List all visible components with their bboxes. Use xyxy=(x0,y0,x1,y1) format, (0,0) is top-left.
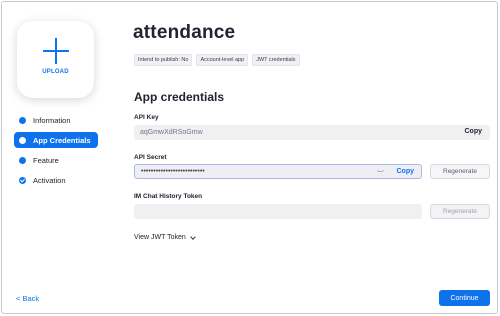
api-key-field: aqGmwXdRSoGmw Copy xyxy=(134,125,490,140)
dot-icon xyxy=(19,136,26,144)
sidebar-item-feature[interactable]: Feature xyxy=(14,152,98,168)
page-title: attendance xyxy=(133,22,236,43)
api-key-label: API Key xyxy=(134,114,159,121)
section-title: App credentials xyxy=(134,90,225,104)
view-jwt-label: View JWT Token xyxy=(134,234,186,241)
sidebar-item-label: App Credentials xyxy=(33,135,91,145)
sidebar-item-label: Information xyxy=(33,115,71,125)
tag-publish: Intend to publish: No xyxy=(134,54,193,66)
im-token-field xyxy=(134,204,422,219)
sidebar-item-app-credentials[interactable]: App Credentials xyxy=(14,132,98,148)
upload-button[interactable]: UPLOAD xyxy=(17,21,94,98)
dot-icon xyxy=(19,116,26,124)
continue-button[interactable]: Continue xyxy=(439,290,490,306)
sidebar-nav: Information App Credentials Feature Acti… xyxy=(14,112,98,192)
view-jwt-token-toggle[interactable]: View JWT Token xyxy=(134,233,196,241)
plus-icon xyxy=(42,38,69,64)
regenerate-im-token-button[interactable]: Regenerate xyxy=(430,204,490,219)
chevron-down-icon xyxy=(189,233,196,240)
back-link[interactable]: < Back xyxy=(16,294,39,303)
sidebar-item-information[interactable]: Information xyxy=(14,112,98,128)
copy-api-key-button[interactable]: Copy xyxy=(465,128,483,135)
dot-icon xyxy=(19,156,26,164)
app-tags: Intend to publish: No Account-level app … xyxy=(134,54,300,66)
api-secret-field: •••••••••••••••••••••••••• ︶ Copy xyxy=(134,164,422,179)
api-secret-label: API Secret xyxy=(134,154,167,161)
api-secret-value: •••••••••••••••••••••••••• xyxy=(141,168,205,175)
tag-credential-type: JWT credentials xyxy=(252,54,300,66)
sidebar-item-activation[interactable]: Activation xyxy=(14,172,98,188)
show-secret-icon[interactable]: ︶ xyxy=(377,169,384,179)
regenerate-secret-button[interactable]: Regenerate xyxy=(430,164,490,179)
im-token-label: IM Chat History Token xyxy=(134,193,203,200)
upload-label: UPLOAD xyxy=(42,69,69,75)
api-key-value: aqGmwXdRSoGmw xyxy=(140,129,203,136)
check-circle-icon xyxy=(19,176,26,184)
sidebar-item-label: Feature xyxy=(33,155,59,165)
sidebar-item-label: Activation xyxy=(33,175,66,185)
tag-account-level: Account-level app xyxy=(196,54,249,66)
copy-api-secret-button[interactable]: Copy xyxy=(397,168,415,175)
